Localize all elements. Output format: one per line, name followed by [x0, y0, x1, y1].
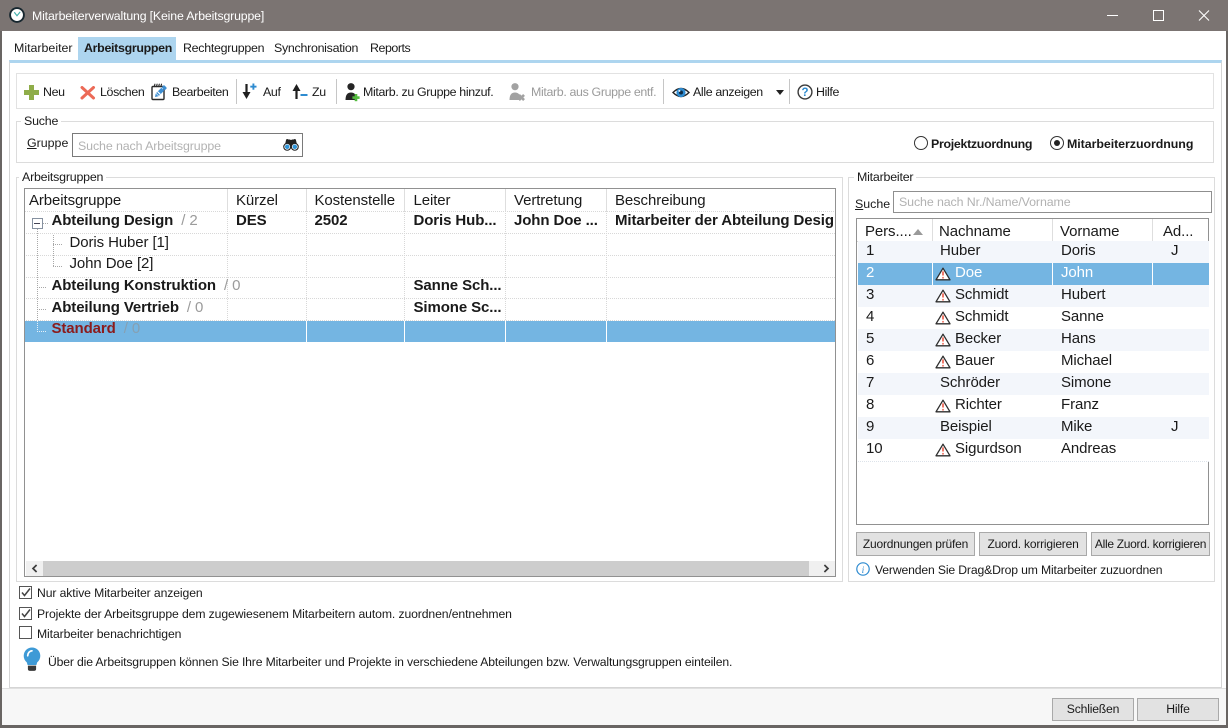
svg-text:?: ? — [801, 87, 808, 99]
svg-text:i: i — [862, 566, 865, 576]
